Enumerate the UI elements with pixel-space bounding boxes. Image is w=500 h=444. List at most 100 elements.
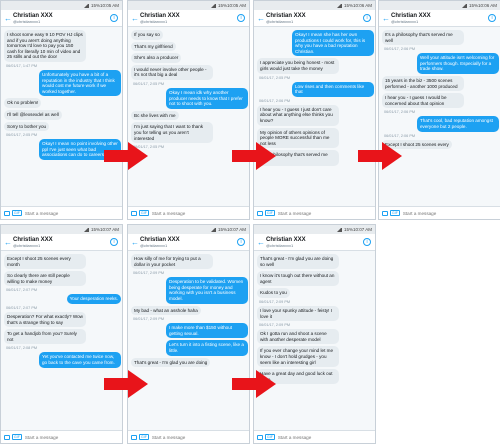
gif-icon[interactable]: GIF [12, 210, 22, 216]
dm-screenshot-panel: 15% 10:07 AM ← Christian XXX @christianxxx1… [253, 224, 376, 444]
conversation-header: ← Christian XXX @christianxxx1 i [254, 234, 375, 251]
screenshot-collage: 15% 10:05 AM ← Christian XXX @christianxxx1… [0, 0, 500, 444]
message-timestamp: 06/01/17, 2:06 PM [259, 98, 291, 103]
status-bar: 15% 10:06 AM [254, 1, 375, 10]
message-thread: Except I shoot 25 scenes every month So c… [1, 252, 122, 432]
message-bubble: Okay! I mean she has her own productions… [292, 30, 374, 57]
message-composer: GIF [254, 206, 375, 219]
message-bubble: That's my girlfriend [131, 41, 176, 52]
conversation-header: ← Christian XXX @christianxxx1 i [128, 10, 249, 27]
image-icon[interactable] [257, 434, 263, 440]
conversation-header: ← Christian XXX @christianxxx1 i [128, 234, 249, 251]
received-message: I hear you - I guess I would be concerne… [382, 93, 499, 109]
message-thread: Okay! I mean she has her own productions… [254, 28, 375, 208]
info-icon[interactable]: i [363, 238, 371, 246]
dm-screenshot-panel: 15% 10:07 AM ← Christian XXX @christianxxx1… [0, 224, 123, 444]
back-arrow-icon[interactable]: ← [4, 14, 12, 23]
received-message: Ok I gotta run and shoot a scene with an… [257, 329, 374, 345]
message-input[interactable] [151, 210, 232, 216]
image-icon[interactable] [4, 434, 10, 440]
message-bubble: Bc she lives with me [131, 110, 179, 121]
message-timestamp: 06/01/17, 2:09 PM [259, 323, 291, 328]
received-message: I'll tell @lexsexdel as well [4, 109, 121, 120]
message-input[interactable] [277, 210, 358, 216]
image-icon[interactable] [4, 210, 10, 216]
conversation-header: ← Christian XXX @christianxxx1 i [1, 234, 122, 251]
received-message: To get a handjob from you? Surely not [4, 329, 121, 345]
gif-icon[interactable]: GIF [139, 434, 149, 440]
info-icon[interactable]: i [110, 14, 118, 22]
message-timestamp: 06/01/17, 2:06 PM [384, 110, 416, 115]
back-arrow-icon[interactable]: ← [257, 14, 265, 23]
received-message: She's also a producer [131, 53, 248, 63]
message-bubble: 15 years in the biz - 3500 scenes perfor… [382, 75, 464, 92]
back-arrow-icon[interactable]: ← [131, 238, 139, 247]
back-arrow-icon[interactable]: ← [4, 238, 12, 247]
message-bubble: I would never involve other people - it'… [131, 64, 213, 80]
back-arrow-icon[interactable]: ← [257, 238, 265, 247]
received-message: I shoot some easy 9 10 POV HJ clips and … [4, 30, 121, 62]
sent-message: Yet you've contacted me twice now, go ba… [4, 352, 121, 368]
contact-handle: @christianxxx1 [140, 18, 168, 24]
message-input[interactable] [402, 210, 483, 216]
message-timestamp: 06/01/17, 2:06 PM [384, 133, 416, 138]
gif-icon[interactable]: GIF [390, 210, 400, 216]
arrow-shaft [358, 150, 384, 162]
contact-info: Christian XXX @christianxxx1 [13, 13, 53, 24]
signal-icon [461, 3, 467, 8]
info-icon[interactable]: i [237, 14, 245, 22]
arrow-shaft [232, 378, 258, 390]
arrow-head [128, 370, 148, 398]
image-icon[interactable] [257, 210, 263, 216]
contact-info: Christian XXX @christianxxx1 [266, 13, 306, 24]
back-arrow-icon[interactable]: ← [131, 14, 139, 23]
message-bubble: Desperation? For what exactly? Wow that'… [4, 311, 86, 328]
contact-handle: @christianxxx1 [13, 18, 41, 24]
message-composer: GIF [1, 206, 122, 219]
received-message: My bad - what an asshole haha [131, 305, 248, 316]
image-icon[interactable] [131, 210, 137, 216]
sent-message: I make more than $150 without getting se… [131, 323, 248, 339]
gif-icon[interactable]: GIF [265, 434, 275, 440]
received-message: Desperation? For what exactly? Wow that'… [4, 311, 121, 328]
message-bubble: I hear you - I guess I just don't care a… [257, 104, 339, 126]
info-icon[interactable]: i [110, 238, 118, 246]
message-bubble: That's great - I'm glad you are doing so… [257, 254, 339, 270]
message-input[interactable] [24, 434, 105, 440]
contact-handle: @christianxxx1 [266, 242, 294, 248]
gif-icon[interactable]: GIF [12, 434, 22, 440]
battery-level: 15% [90, 227, 100, 232]
info-icon[interactable]: i [488, 14, 496, 22]
image-icon[interactable] [131, 434, 137, 440]
message-bubble: Your desperation reeks. [66, 294, 121, 304]
message-timestamp: 06/01/17, 2:09 PM [259, 299, 291, 304]
dm-screenshot-panel: 15% 10:06 AM ← Christian XXX @christianxxx1… [253, 0, 376, 220]
info-icon[interactable]: i [363, 14, 371, 22]
contact-info: Christian XXX @christianxxx1 [266, 237, 306, 248]
message-input[interactable] [151, 434, 232, 440]
message-bubble: Desperation to be validated. Women being… [166, 277, 248, 304]
back-arrow-icon[interactable]: ← [382, 14, 390, 23]
image-icon[interactable] [382, 210, 388, 216]
sent-message: Your desperation reeks. [4, 294, 121, 304]
sent-message: Well your attitude isn't welcoming for p… [382, 53, 499, 74]
info-icon[interactable]: i [237, 238, 245, 246]
message-input[interactable] [277, 434, 358, 440]
sent-message: Low rises and then comments like that [257, 81, 374, 97]
message-bubble: Ok I gotta run and shoot a scene with an… [257, 329, 339, 345]
message-bubble: If you say so [131, 30, 163, 40]
arrow-head [382, 142, 402, 170]
message-input[interactable] [24, 210, 105, 216]
gif-icon[interactable]: GIF [139, 210, 149, 216]
message-bubble: I hear you - I guess I would be concerne… [382, 93, 464, 109]
gif-icon[interactable]: GIF [265, 210, 275, 216]
status-bar: 15% 10:06 AM [379, 1, 500, 10]
received-message: I would never involve other people - it'… [131, 64, 248, 80]
contact-info: Christian XXX @christianxxx1 [13, 237, 53, 248]
message-composer: GIF [1, 430, 122, 443]
battery-level: 15% [343, 3, 353, 8]
sent-message: Desperation to be validated. Women being… [131, 277, 248, 304]
message-bubble: Yet you've contacted me twice now, go ba… [39, 352, 121, 368]
received-message: I love your spunky attitude - feisty! I … [257, 305, 374, 322]
message-bubble: Kudos to you [257, 288, 290, 298]
